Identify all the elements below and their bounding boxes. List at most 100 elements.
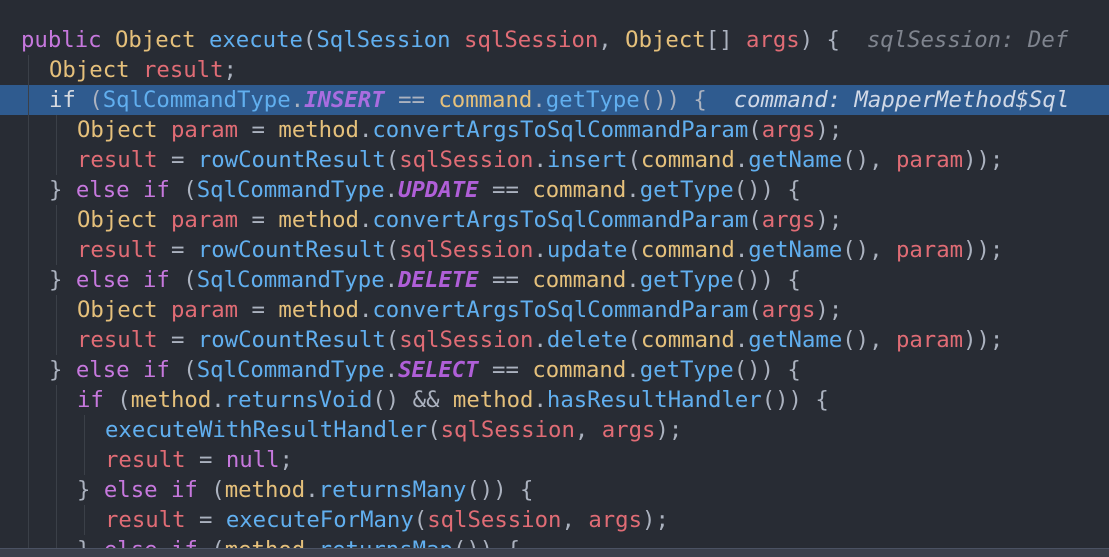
code-token: param <box>895 327 964 353</box>
code-token: )); <box>963 147 1004 173</box>
code-text: } else if (SqlCommandType.DELETE == comm… <box>49 265 801 295</box>
code-token: param <box>895 147 964 173</box>
code-line[interactable]: Object param = method.convertArgsToSqlCo… <box>0 115 1109 145</box>
code-token: . <box>384 177 399 203</box>
code-token: ( <box>627 327 641 353</box>
code-token: command <box>640 237 735 263</box>
code-text: if (method.returnsVoid() && method.hasRe… <box>77 385 829 415</box>
code-token: args <box>761 297 816 323</box>
code-token: sqlSession <box>464 27 599 53</box>
code-token: = <box>157 237 198 263</box>
code-token: } <box>49 357 76 383</box>
code-token: sqlSession <box>427 507 562 533</box>
code-line[interactable]: result = rowCountResult(sqlSession.inser… <box>0 145 1109 175</box>
indent-guide <box>56 415 57 445</box>
indent-guide <box>56 445 57 475</box>
code-token: command <box>438 87 533 113</box>
code-token: Object <box>49 57 130 83</box>
code-token: ); <box>642 507 669 533</box>
indent-guide <box>28 295 29 325</box>
code-token: (), <box>842 237 896 263</box>
code-token: == <box>478 177 533 203</box>
code-text: Object result; <box>49 55 237 85</box>
code-token: delete <box>546 327 628 353</box>
code-token: method <box>224 477 306 503</box>
code-token: )); <box>963 327 1004 353</box>
indent-guide <box>28 325 29 355</box>
code-token: = <box>157 327 198 353</box>
code-token: else if <box>75 177 170 203</box>
code-token: ( <box>197 477 225 503</box>
indent-guide <box>28 415 29 445</box>
code-token: ( <box>103 387 131 413</box>
code-line[interactable]: } else if (SqlCommandType.UPDATE == comm… <box>0 175 1109 205</box>
code-token: . <box>290 87 305 113</box>
code-token: sqlSession <box>440 417 575 443</box>
code-token: SqlSession <box>316 27 451 53</box>
code-token: command <box>532 177 627 203</box>
code-line[interactable]: Object param = method.convertArgsToSqlCo… <box>0 295 1109 325</box>
code-line-current[interactable]: if (SqlCommandType.INSERT == command.get… <box>0 85 1109 115</box>
code-token: args <box>761 207 816 233</box>
code-token: ( <box>627 147 641 173</box>
code-token: == <box>478 357 533 383</box>
code-token: . <box>533 147 547 173</box>
code-token: ( <box>427 417 441 443</box>
indent-guide <box>56 295 57 325</box>
code-token: ( <box>385 147 400 173</box>
code-line[interactable]: result = null; <box>0 445 1109 475</box>
code-token: method <box>452 387 534 413</box>
indent-guide <box>56 385 57 415</box>
code-token: ( <box>748 117 762 143</box>
code-token: result <box>105 507 186 533</box>
code-token: . <box>532 87 546 113</box>
code-token: == <box>384 87 439 113</box>
code-text: } else if (method.returnsMany()) { <box>77 475 533 505</box>
code-token: . <box>734 237 749 263</box>
code-text: } else if (SqlCommandType.UPDATE == comm… <box>49 175 801 205</box>
code-token: } <box>49 177 76 203</box>
code-line[interactable]: } else if (SqlCommandType.DELETE == comm… <box>0 265 1109 295</box>
code-text: result = rowCountResult(sqlSession.inser… <box>77 145 1003 175</box>
code-token: UPDATE <box>398 177 479 203</box>
code-token: result <box>105 447 186 473</box>
code-token: ( <box>385 237 400 263</box>
code-line[interactable]: result = rowCountResult(sqlSession.updat… <box>0 235 1109 265</box>
code-token: insert <box>546 147 628 173</box>
code-line[interactable]: public Object execute(SqlSession sqlSess… <box>0 25 1109 55</box>
code-token: ( <box>748 297 762 323</box>
code-text: result = rowCountResult(sqlSession.updat… <box>77 235 1003 265</box>
code-token: args <box>761 117 816 143</box>
indent-guide <box>56 505 57 535</box>
code-token: (), <box>842 327 896 353</box>
code-line[interactable]: result = executeForMany(sqlSession, args… <box>0 505 1109 535</box>
code-line[interactable]: Object param = method.convertArgsToSqlCo… <box>0 205 1109 235</box>
code-line[interactable]: executeWithResultHandler(sqlSession, arg… <box>0 415 1109 445</box>
code-token: . <box>626 267 640 293</box>
code-token: SqlCommandType <box>102 87 291 113</box>
code-token: result <box>77 147 158 173</box>
indent-guide <box>28 145 29 175</box>
code-text: Object param = method.convertArgsToSqlCo… <box>77 115 842 145</box>
code-token: ( <box>748 207 762 233</box>
code-token: param <box>895 237 964 263</box>
code-editor[interactable]: public Object execute(SqlSession sqlSess… <box>0 0 1109 557</box>
indent-guide <box>28 85 29 115</box>
code-line[interactable]: } else if (SqlCommandType.SELECT == comm… <box>0 355 1109 385</box>
code-token: ( <box>627 237 641 263</box>
horizontal-scrollbar[interactable] <box>0 548 1109 557</box>
code-token: else if <box>103 477 198 503</box>
code-token: if <box>49 87 76 113</box>
indent-guide <box>84 505 85 535</box>
code-token: executeWithResultHandler <box>105 417 428 443</box>
code-line[interactable]: result = rowCountResult(sqlSession.delet… <box>0 325 1109 355</box>
code-line[interactable]: if (method.returnsVoid() && method.hasRe… <box>0 385 1109 415</box>
code-token: args <box>601 417 656 443</box>
code-token: ( <box>385 327 400 353</box>
code-line[interactable]: Object result; <box>0 55 1109 85</box>
code-line[interactable]: } else if (method.returnsMany()) { <box>0 475 1109 505</box>
code-token: args <box>745 27 800 53</box>
indent-guide <box>28 355 29 385</box>
